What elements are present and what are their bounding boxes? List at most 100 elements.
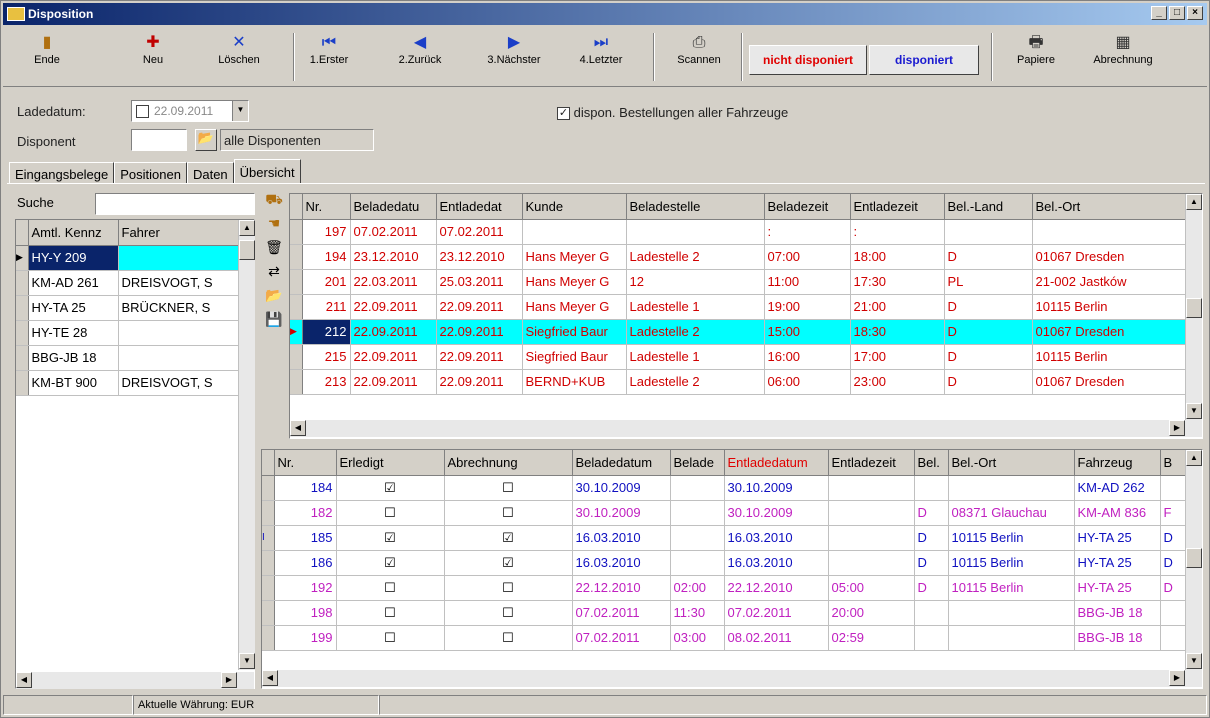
- abrechnung-checkbox[interactable]: ☐: [444, 575, 573, 601]
- erledigt-checkbox[interactable]: ☑: [336, 525, 445, 551]
- erledigt-checkbox[interactable]: ☐: [336, 600, 445, 626]
- disponent-input[interactable]: [131, 129, 187, 151]
- history-grid: Nr. Erledigt Abrechnung Beladedatum Belade En…: [261, 449, 1203, 689]
- vehicle-row[interactable]: KM-AD 261 DREISVOGT, S: [16, 270, 239, 296]
- papiere-button[interactable]: 🖶 Papiere: [1011, 31, 1061, 83]
- tab-daten[interactable]: Daten: [186, 162, 234, 184]
- col-amtl-kennz[interactable]: Amtl. Kennz: [28, 220, 119, 246]
- abrechnung-checkbox[interactable]: ☐: [444, 600, 573, 626]
- col-entladedatum[interactable]: Entladedat: [436, 194, 523, 220]
- col-beladestelle[interactable]: Beladestelle: [626, 194, 765, 220]
- letzter-button[interactable]: ⏭ 4.Letzter: [575, 31, 627, 83]
- erster-button[interactable]: ⏮ 1.Erster: [305, 31, 353, 83]
- zurueck-button[interactable]: ◀ 2.Zurück: [395, 31, 445, 83]
- history-hscroll[interactable]: ◀ ▶: [262, 670, 1202, 687]
- hand-icon[interactable]: ☚: [261, 215, 287, 239]
- vehicle-row[interactable]: HY-TA 25 BRÜCKNER, S: [16, 295, 239, 321]
- col-beladedatum[interactable]: Beladedatum: [572, 450, 671, 476]
- vehicle-row[interactable]: HY-TE 28: [16, 320, 239, 346]
- abrechnung-checkbox[interactable]: ☐: [444, 475, 573, 501]
- disposition-window: Disposition _ □ × ▮ Ende ✚ Neu ✕ Löschen ⏮ 1…: [0, 0, 1210, 718]
- order-row[interactable]: 201 22.03.2011 25.03.2011 Hans Meyer G 12 11:…: [290, 269, 1186, 295]
- col-fahrzeug[interactable]: Fahrzeug: [1074, 450, 1161, 476]
- col-fahrer[interactable]: Fahrer: [118, 220, 239, 246]
- col-kunde[interactable]: Kunde: [522, 194, 627, 220]
- erledigt-checkbox[interactable]: ☐: [336, 575, 445, 601]
- history-row[interactable]: I 185 ☑ ☑ 16.03.2010 16.03.2010 D 10115 Berlin H…: [262, 525, 1186, 551]
- truck-icon[interactable]: ⛟: [261, 191, 287, 215]
- alle-fahrzeuge-checkbox[interactable]: ✓: [557, 107, 570, 121]
- vehicle-table: Amtl. Kennz Fahrer ▶ HY-Y 209 KM-AD 261 DRE…: [16, 220, 239, 396]
- transfer-icon[interactable]: ⇄: [261, 263, 287, 287]
- col-bel-land[interactable]: Bel.: [914, 450, 949, 476]
- dropdown-arrow-icon[interactable]: ▼: [232, 101, 248, 121]
- ladedatum-label: Ladedatum:: [17, 104, 86, 119]
- abrechnung-checkbox[interactable]: ☐: [444, 500, 573, 526]
- ende-button[interactable]: ▮ Ende: [27, 31, 67, 83]
- orders-hscroll[interactable]: ◀ ▶: [290, 420, 1202, 437]
- vehicle-row[interactable]: BBG-JB 18: [16, 345, 239, 371]
- vehicle-hscroll[interactable]: ◀ ▶: [16, 672, 254, 689]
- title-bar: Disposition _ □ ×: [3, 3, 1207, 25]
- ladedatum-picker[interactable]: 22.09.2011 ▼: [131, 100, 249, 122]
- vehicle-row[interactable]: ▶ HY-Y 209: [16, 245, 239, 271]
- history-vscroll[interactable]: ▲ ▼: [1185, 450, 1202, 670]
- scannen-button[interactable]: ⎙ Scannen: [671, 31, 727, 83]
- erledigt-checkbox[interactable]: ☑: [336, 550, 445, 576]
- order-row[interactable]: 211 22.09.2011 22.09.2011 Hans Meyer G Lades…: [290, 294, 1186, 320]
- col-entladezeit[interactable]: Entladezeit: [828, 450, 915, 476]
- col-abrechnung[interactable]: Abrechnung: [444, 450, 573, 476]
- open-folder-icon[interactable]: 📂: [261, 287, 287, 311]
- col-beladezeit[interactable]: Belade: [670, 450, 725, 476]
- order-row[interactable]: 213 22.09.2011 22.09.2011 BERND+KUB Ladestel…: [290, 369, 1186, 395]
- history-row[interactable]: 192 ☐ ☐ 22.12.2010 02:00 22.12.2010 05:00 D 1011…: [262, 575, 1186, 601]
- col-entladedatum[interactable]: Entladedatum: [724, 450, 829, 476]
- alle-fahrzeuge-option[interactable]: ✓ dispon. Bestellungen aller Fahrzeuge: [557, 105, 788, 121]
- maximize-button[interactable]: □: [1169, 6, 1185, 20]
- order-row-selected[interactable]: ▶ 212 22.09.2011 22.09.2011 Siegfried Baur La…: [290, 319, 1186, 345]
- abrechnung-button[interactable]: ▦ Abrechnung: [1083, 31, 1163, 83]
- col-entladezeit[interactable]: Entladezeit: [850, 194, 945, 220]
- tab-positionen[interactable]: Positionen: [114, 162, 187, 184]
- disponiert-button[interactable]: disponiert: [869, 45, 979, 75]
- neu-button[interactable]: ✚ Neu: [133, 31, 173, 83]
- tab-uebersicht[interactable]: Übersicht: [233, 159, 301, 184]
- naechster-button[interactable]: ▶ 3.Nächster: [483, 31, 545, 83]
- history-row[interactable]: 184 ☑ ☐ 30.10.2009 30.10.2009 KM-AD 262: [262, 475, 1186, 501]
- order-row[interactable]: 197 07.02.2011 07.02.2011::: [290, 219, 1186, 245]
- tab-eingangsbelege[interactable]: Eingangsbelege: [9, 162, 115, 184]
- order-row[interactable]: 194 23.12.2010 23.12.2010 Hans Meyer G Lades…: [290, 244, 1186, 270]
- col-beladezeit[interactable]: Beladezeit: [764, 194, 851, 220]
- nicht-disponiert-button[interactable]: nicht disponiert: [749, 45, 867, 75]
- col-extra[interactable]: B: [1160, 450, 1186, 476]
- history-row[interactable]: 199 ☐ ☐ 07.02.2011 03:00 08.02.2011 02:59 BBG-J…: [262, 625, 1186, 651]
- folder-icon[interactable]: 📂: [195, 129, 217, 151]
- col-nr[interactable]: Nr.: [274, 450, 337, 476]
- suche-input[interactable]: [95, 193, 255, 215]
- ladedatum-checkbox[interactable]: [136, 105, 149, 118]
- col-erledigt[interactable]: Erledigt: [336, 450, 445, 476]
- orders-vscroll[interactable]: ▲ ▼: [1185, 194, 1202, 420]
- history-row[interactable]: 182 ☐ ☐ 30.10.2009 30.10.2009 D 08371 Glauchau…: [262, 500, 1186, 526]
- close-button[interactable]: ×: [1187, 6, 1203, 20]
- vehicle-vscroll[interactable]: ▲ ▼: [238, 220, 255, 670]
- erledigt-checkbox[interactable]: ☐: [336, 500, 445, 526]
- erledigt-checkbox[interactable]: ☐: [336, 625, 445, 651]
- abrechnung-checkbox[interactable]: ☑: [444, 550, 573, 576]
- col-bel-land[interactable]: Bel.-Land: [944, 194, 1033, 220]
- loeschen-button[interactable]: ✕ Löschen: [211, 31, 267, 83]
- abrechnung-checkbox[interactable]: ☐: [444, 625, 573, 651]
- col-nr[interactable]: Nr.: [302, 194, 351, 220]
- col-bel-ort[interactable]: Bel.-Ort: [948, 450, 1075, 476]
- col-beladedatum[interactable]: Beladedatu: [350, 194, 437, 220]
- col-bel-ort[interactable]: Bel.-Ort: [1032, 194, 1186, 220]
- history-row[interactable]: 198 ☐ ☐ 07.02.2011 11:30 07.02.2011 20:00 BBG-J…: [262, 600, 1186, 626]
- erledigt-checkbox[interactable]: ☑: [336, 475, 445, 501]
- vehicle-row[interactable]: KM-BT 900 DREISVOGT, S: [16, 370, 239, 396]
- minimize-button[interactable]: _: [1151, 6, 1167, 20]
- abrechnung-checkbox[interactable]: ☑: [444, 525, 573, 551]
- save-icon[interactable]: 💾: [261, 311, 287, 335]
- order-row[interactable]: 215 22.09.2011 22.09.2011 Siegfried Baur Lad…: [290, 344, 1186, 370]
- history-row[interactable]: 186 ☑ ☑ 16.03.2010 16.03.2010 D 10115 Berlin HY…: [262, 550, 1186, 576]
- trash-icon[interactable]: 🗑: [261, 239, 287, 263]
